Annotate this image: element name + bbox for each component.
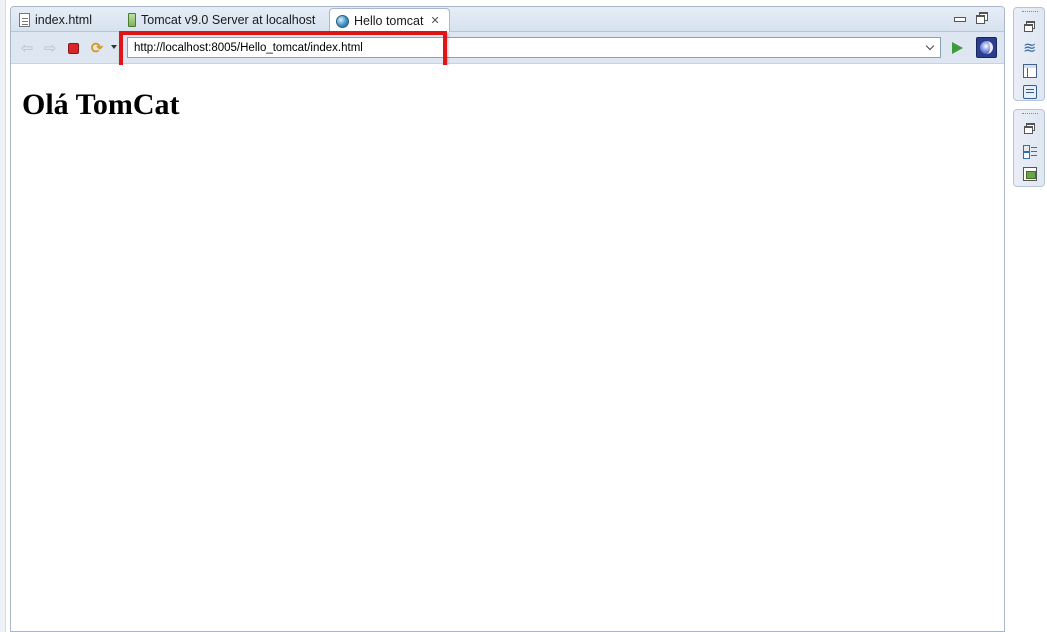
- grip-handle[interactable]: [1022, 113, 1038, 115]
- forward-arrow-icon: ⇨: [43, 39, 57, 57]
- refresh-icon: ⟳: [90, 39, 104, 57]
- editor-tab-bar: index.html Tomcat v9.0 Server at localho…: [11, 7, 1004, 33]
- html-file-icon: [19, 13, 30, 27]
- back-arrow-icon: ⇦: [20, 39, 34, 57]
- outline-icon[interactable]: [1023, 38, 1037, 58]
- stop-button[interactable]: [65, 40, 81, 56]
- go-icon: [952, 42, 963, 54]
- back-button[interactable]: ⇦: [19, 40, 35, 56]
- tab-label: Hello tomcat: [354, 14, 424, 28]
- left-window-edge: [0, 0, 6, 632]
- tab-index-html[interactable]: index.html: [13, 8, 117, 32]
- maximize-icon[interactable]: [976, 12, 988, 24]
- forward-button[interactable]: ⇨: [42, 40, 58, 56]
- refresh-dropdown-icon[interactable]: [111, 45, 117, 49]
- chevron-down-icon: [925, 41, 935, 50]
- url-history-dropdown[interactable]: [922, 39, 938, 56]
- browser-editor: index.html Tomcat v9.0 Server at localho…: [10, 6, 1005, 632]
- eclipse-button[interactable]: [976, 37, 997, 58]
- close-tab-icon[interactable]: ✕: [430, 15, 439, 27]
- console-icon[interactable]: [1023, 85, 1037, 99]
- tab-tomcat-server[interactable]: Tomcat v9.0 Server at localhost: [119, 8, 329, 32]
- go-button[interactable]: [949, 40, 965, 56]
- server-icon: [128, 13, 136, 27]
- url-bar: [127, 37, 941, 58]
- tab-hello-tomcat[interactable]: Hello tomcat ✕: [329, 8, 450, 33]
- web-page-content: Olá TomCat: [11, 65, 1004, 631]
- globe-icon: [336, 14, 349, 28]
- url-input[interactable]: [128, 38, 920, 57]
- tree-view-icon[interactable]: [1023, 145, 1037, 159]
- restore-icon[interactable]: [1023, 20, 1037, 34]
- stop-icon: [67, 42, 79, 54]
- minimize-icon[interactable]: [954, 12, 966, 22]
- restore-icon[interactable]: [1023, 122, 1037, 136]
- eclipse-icon: [980, 41, 993, 54]
- grip-handle[interactable]: [1022, 11, 1038, 13]
- panel-view-icon[interactable]: [1023, 64, 1037, 78]
- view-controls: [954, 12, 988, 24]
- tab-label: index.html: [35, 13, 92, 27]
- refresh-button[interactable]: ⟳: [89, 40, 105, 56]
- trim-group-bottom: [1013, 109, 1045, 187]
- trim-group-top: [1013, 7, 1045, 101]
- tab-label: Tomcat v9.0 Server at localhost: [141, 13, 316, 27]
- browser-toolbar: ⇦ ⇨ ⟳: [11, 31, 1004, 75]
- task-list-icon[interactable]: [1023, 167, 1037, 181]
- page-heading: Olá TomCat: [22, 88, 180, 121]
